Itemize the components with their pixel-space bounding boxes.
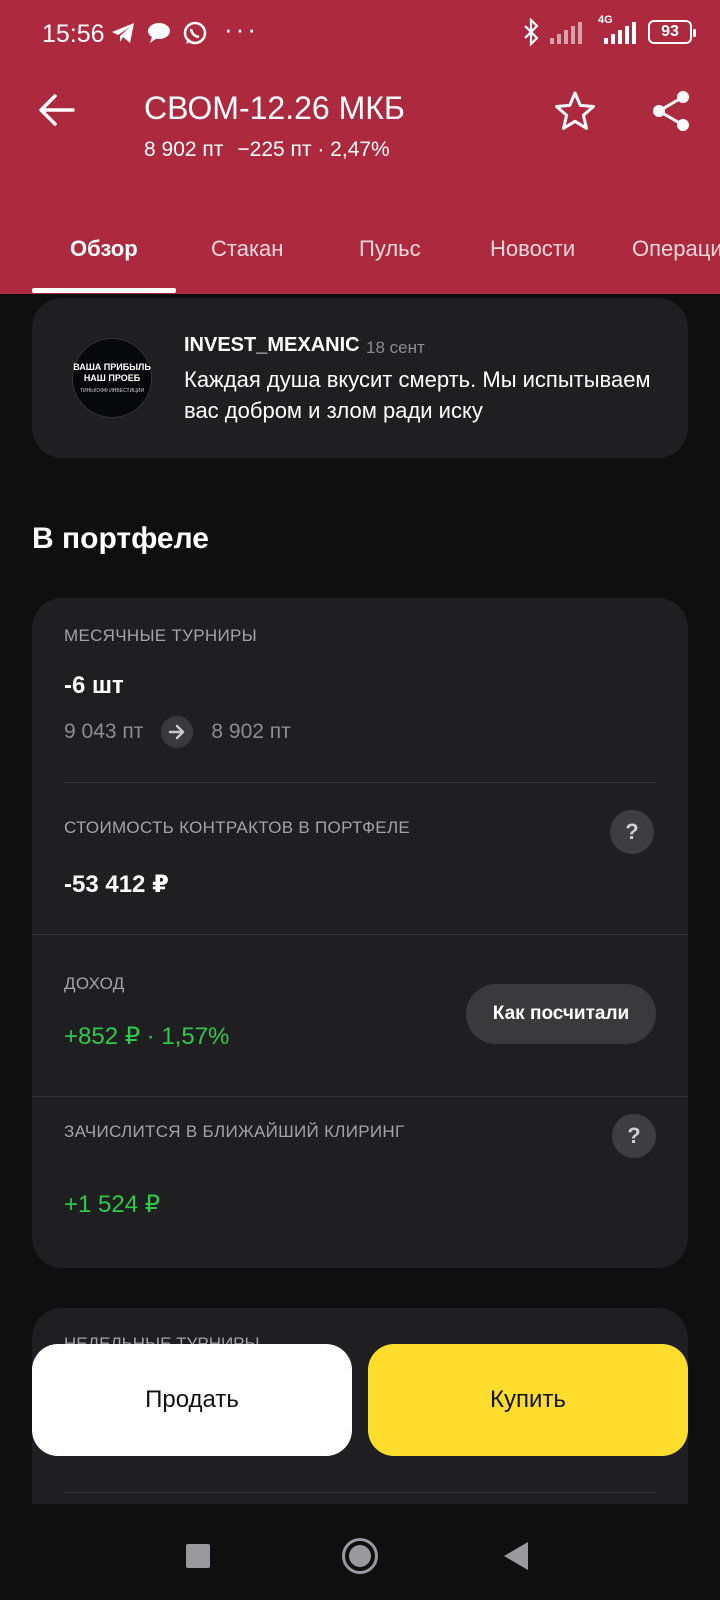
question-icon: ? [625, 819, 639, 844]
income-value: +852 ₽ · 1,57% [64, 1023, 230, 1050]
favorite-button[interactable] [552, 88, 598, 134]
instrument-change: −225 пт · 2,47% [237, 138, 390, 161]
arrow-right-icon [161, 716, 194, 748]
post-author[interactable]: INVEST_MEXANIC [184, 334, 360, 357]
bluetooth-icon [524, 18, 539, 46]
notification-icons [110, 20, 208, 46]
sell-button[interactable]: Продать [32, 1344, 352, 1456]
share-icon [653, 91, 689, 131]
more-notifications-icon: ··· [224, 14, 259, 44]
income-label: ДОХОД [64, 974, 125, 993]
divider [64, 1492, 656, 1493]
post-date: 18 сент [366, 338, 425, 357]
contracts-value-label: СТОИМОСТЬ КОНТРАКТОВ В ПОРТФЕЛЕ [64, 818, 411, 837]
divider [32, 934, 688, 935]
portfolio-card: МЕСЯЧНЫЕ ТУРНИРЫ -6 шт 9 043 пт 8 902 пт… [32, 598, 688, 1268]
avatar-text-line3: ТИНЬКОФФ ИНВЕСТИЦИИ [79, 387, 145, 394]
signal-4g-icon: 4G [594, 14, 638, 46]
tab-overview[interactable]: Обзор [70, 236, 138, 262]
chat-bubble-icon [148, 23, 170, 43]
monthly-tournaments-label: МЕСЯЧНЫЕ ТУРНИРЫ [64, 626, 257, 645]
recent-apps-button[interactable] [186, 1544, 210, 1568]
divider [64, 782, 656, 783]
pulse-post-card[interactable]: ВАША ПРИБЫЛЬ НАШ ПРОЕБ ТИНЬКОФФ ИНВЕСТИЦ… [32, 298, 688, 458]
status-time: 15:56 [42, 20, 105, 48]
instrument-price: 8 902 пт [144, 138, 224, 161]
instrument-price-row: 8 902 пт −225 пт · 2,47% [144, 138, 390, 162]
question-icon: ? [627, 1123, 641, 1148]
signal-weak-icon [550, 22, 582, 44]
tab-operations[interactable]: Операци [632, 236, 720, 262]
arrow-left-icon [39, 94, 75, 126]
telegram-icon [112, 23, 134, 43]
tab-news[interactable]: Новости [490, 236, 575, 262]
system-back-button[interactable] [504, 1542, 528, 1570]
whatsapp-icon [183, 21, 207, 45]
back-button[interactable] [34, 88, 78, 132]
battery-icon: 93 [648, 20, 696, 44]
clearing-value: +1 524 ₽ [64, 1191, 161, 1218]
system-status-icons: 4G 93 [522, 14, 696, 46]
divider [32, 1096, 688, 1097]
position-quantity: -6 шт [64, 672, 124, 699]
price-to: 8 902 пт [211, 720, 291, 743]
tab-order-book[interactable]: Стакан [211, 236, 283, 262]
share-button[interactable] [648, 88, 694, 134]
battery-level: 93 [661, 23, 679, 40]
status-bar: 15:56 ··· 4G 93 [0, 0, 720, 70]
instrument-header: 15:56 ··· 4G 93 СВОМ-12.26 МКБ 8 902 пт … [0, 0, 720, 294]
contracts-value: -53 412 ₽ [64, 871, 169, 898]
buy-button[interactable]: Купить [368, 1344, 688, 1456]
contracts-help-button[interactable]: ? [610, 810, 654, 854]
active-tab-indicator [32, 288, 176, 293]
section-title-portfolio: В портфеле [32, 522, 209, 555]
price-change-row: 9 043 пт 8 902 пт [64, 716, 291, 748]
author-avatar[interactable]: ВАША ПРИБЫЛЬ НАШ ПРОЕБ ТИНЬКОФФ ИНВЕСТИЦ… [72, 338, 152, 418]
avatar-text-line2: НАШ ПРОЕБ [83, 372, 141, 383]
price-from: 9 043 пт [64, 720, 144, 743]
home-button[interactable] [342, 1538, 378, 1574]
star-icon [555, 91, 595, 130]
system-nav-bar [0, 1504, 720, 1600]
avatar-text-line1: ВАША ПРИБЫЛЬ [73, 361, 151, 372]
how-calculated-button[interactable]: Как посчитали [466, 984, 656, 1044]
instrument-title: СВОМ-12.26 МКБ [144, 90, 405, 126]
tab-pulse[interactable]: Пульс [359, 236, 421, 262]
tab-bar: Обзор Стакан Пульс Новости Операци [0, 226, 720, 294]
clearing-help-button[interactable]: ? [612, 1114, 656, 1158]
post-text: Каждая душа вкусит смерть. Мы испытываем… [184, 367, 651, 423]
clearing-label: ЗАЧИСЛИТСЯ В БЛИЖАЙШИЙ КЛИРИНГ [64, 1122, 405, 1141]
